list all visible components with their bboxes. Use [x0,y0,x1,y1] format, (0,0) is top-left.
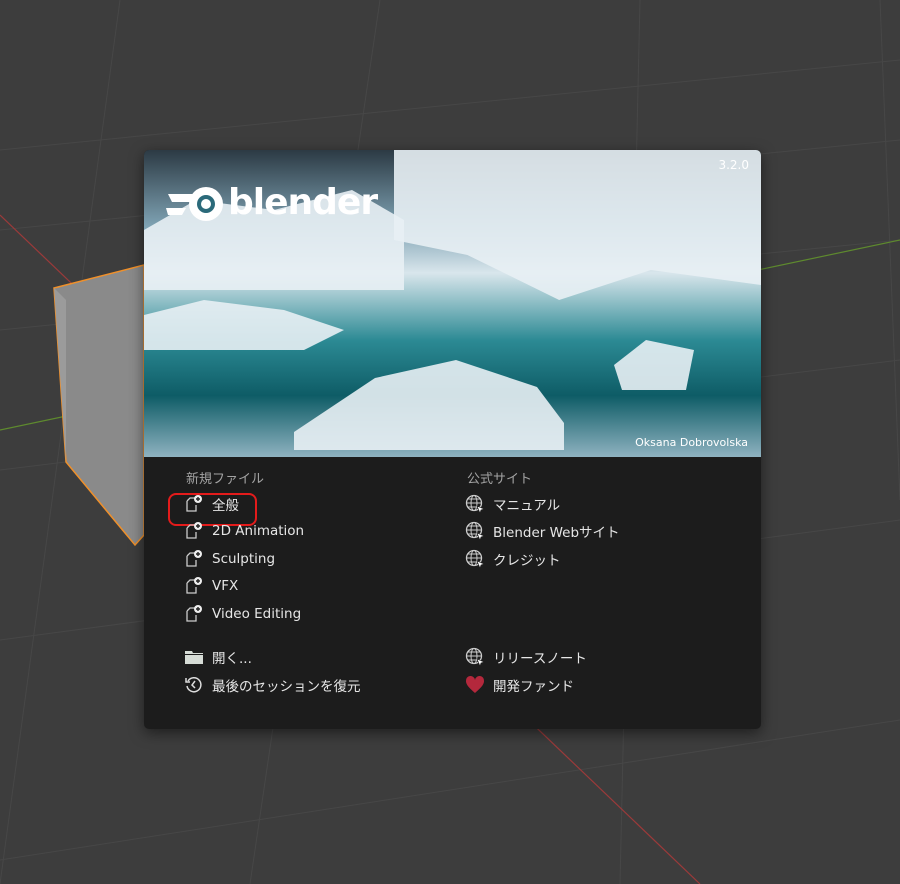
globe-icon [465,648,485,668]
splash-screen: blender 3.2.0 Oksana Dobrovolska 新規ファイル … [144,150,761,729]
artist-credit: Oksana Dobrovolska [635,436,748,449]
new-file-header: 新規ファイル [186,472,265,487]
item-label: Sculpting [212,550,276,567]
item-label: 開発ファンド [493,678,574,695]
default-cube[interactable] [53,264,145,547]
item-label: VFX [212,578,239,595]
item-label: 開く... [212,651,252,668]
item-label: Video Editing [212,605,302,622]
globe-icon [465,522,485,542]
version-label: 3.2.0 [718,158,749,172]
new-file-video-editing[interactable]: Video Editing [184,600,361,628]
blender-logo-icon [166,187,223,221]
item-label: 2D Animation [212,523,305,540]
new-file-icon [186,577,202,594]
item-label: リリースノート [493,651,587,668]
official-site-header: 公式サイト [467,472,533,487]
link-manual[interactable]: マニュアル [465,490,620,518]
item-label: クレジット [493,552,561,569]
new-file-icon [186,604,202,622]
item-label: 最後のセッションを復元 [212,678,361,695]
new-file-icon [186,494,202,512]
open-file-button[interactable]: 開く... [184,644,361,672]
item-label: 全般 [212,497,239,514]
globe-icon [465,549,485,569]
link-development-fund[interactable]: 開発ファンド [465,671,620,699]
folder-icon [185,651,203,665]
blender-wordmark: blender [228,181,378,223]
recover-last-session-button[interactable]: 最後のセッションを復元 [184,671,361,699]
recover-icon [185,676,202,693]
new-file-column: 新規ファイル 全般 2D Animation Sculpting VFX Vid… [184,468,361,699]
new-file-icon [186,549,202,567]
item-label: Blender Webサイト [493,525,620,542]
new-file-vfx[interactable]: VFX [184,573,361,601]
globe-icon [465,494,485,514]
blender-logo: blender [166,180,378,224]
new-file-sculpting[interactable]: Sculpting [184,545,361,573]
link-blender-website[interactable]: Blender Webサイト [465,518,620,546]
official-site-column: 公式サイト マニュアル Blender Webサイト クレジット リリースノート… [465,468,620,699]
link-release-notes[interactable]: リリースノート [465,644,620,672]
splash-image: blender 3.2.0 Oksana Dobrovolska [144,150,761,457]
heart-icon [465,675,485,693]
new-file-general[interactable]: 全般 [184,490,361,518]
link-credits[interactable]: クレジット [465,545,620,573]
new-file-icon [186,522,202,539]
item-label: マニュアル [493,497,561,514]
new-file-2d-animation[interactable]: 2D Animation [184,518,361,546]
